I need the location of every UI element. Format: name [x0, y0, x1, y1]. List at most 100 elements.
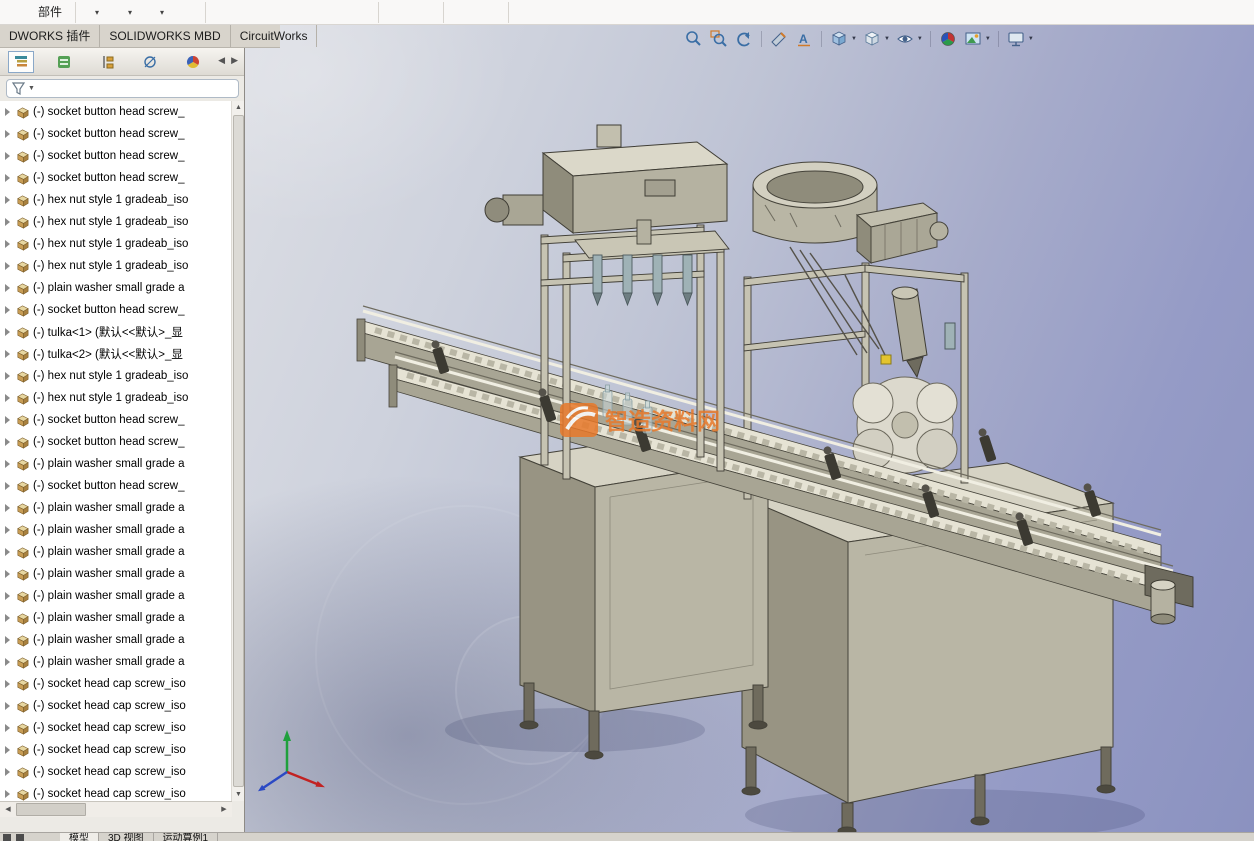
tree-item[interactable]: (-) tulka<1> (默认<<默认>_显: [0, 321, 232, 343]
dropdown-caret-icon[interactable]: ▼: [1028, 36, 1034, 42]
apply-scene-icon[interactable]: [962, 28, 984, 50]
tree-item[interactable]: (-) socket button head screw_: [0, 409, 232, 431]
graphics-area[interactable]: 智造资料网 A ▼ ▼: [245, 25, 1254, 832]
scroll-right-icon[interactable]: ▶: [216, 802, 232, 817]
tree-item[interactable]: (-) plain washer small grade a: [0, 519, 232, 541]
expand-arrow-icon[interactable]: [5, 614, 10, 622]
expand-arrow-icon[interactable]: [5, 636, 10, 644]
expand-arrow-icon[interactable]: [5, 702, 10, 710]
tree-item[interactable]: (-) hex nut style 1 gradeab_iso: [0, 211, 232, 233]
tree-item[interactable]: (-) socket head cap screw_iso: [0, 695, 232, 717]
tree-item[interactable]: (-) socket button head screw_: [0, 167, 232, 189]
dropdown-caret-icon[interactable]: ▼: [917, 36, 923, 42]
tree-item[interactable]: (-) plain washer small grade a: [0, 563, 232, 585]
statusbar-icon[interactable]: [16, 834, 24, 841]
dropdown-caret-icon[interactable]: ▼: [985, 36, 991, 42]
menu-dropdown-caret-icon[interactable]: ▾: [160, 0, 164, 25]
scrollbar-thumb[interactable]: [16, 803, 86, 816]
expand-arrow-icon[interactable]: [5, 306, 10, 314]
expand-arrow-icon[interactable]: [5, 548, 10, 556]
tree-item[interactable]: (-) socket head cap screw_iso: [0, 739, 232, 761]
expand-arrow-icon[interactable]: [5, 768, 10, 776]
expand-arrow-icon[interactable]: [5, 526, 10, 534]
expand-arrow-icon[interactable]: [5, 284, 10, 292]
featuremanager-tree-tab[interactable]: [8, 51, 34, 73]
expand-arrow-icon[interactable]: [5, 196, 10, 204]
expand-arrow-icon[interactable]: [5, 152, 10, 160]
expand-arrow-icon[interactable]: [5, 570, 10, 578]
tree-horizontal-scrollbar[interactable]: ◀ ▶: [0, 801, 232, 817]
dynamic-annotation-views-icon[interactable]: A: [793, 28, 815, 50]
expand-arrow-icon[interactable]: [5, 108, 10, 116]
expand-arrow-icon[interactable]: [5, 372, 10, 380]
expand-arrow-icon[interactable]: [5, 724, 10, 732]
zoom-to-area-icon[interactable]: [708, 28, 730, 50]
tab-circuitworks[interactable]: CircuitWorks: [231, 25, 318, 47]
expand-arrow-icon[interactable]: [5, 504, 10, 512]
scrollbar-thumb[interactable]: [233, 115, 244, 787]
tab-model[interactable]: 模型: [60, 833, 99, 841]
section-view-icon[interactable]: [768, 28, 790, 50]
tree-item[interactable]: (-) socket head cap screw_iso: [0, 673, 232, 695]
tree-item[interactable]: (-) plain washer small grade a: [0, 585, 232, 607]
tree-item[interactable]: (-) plain washer small grade a: [0, 497, 232, 519]
expand-arrow-icon[interactable]: [5, 746, 10, 754]
tree-item[interactable]: (-) socket button head screw_: [0, 475, 232, 497]
menu-dropdown-caret-icon[interactable]: ▾: [95, 0, 99, 25]
filler-tank[interactable]: [485, 125, 727, 233]
expand-arrow-icon[interactable]: [5, 130, 10, 138]
filter-caret-icon[interactable]: ▼: [28, 85, 35, 92]
tab-3d-views[interactable]: 3D 视图: [99, 833, 154, 841]
tree-item[interactable]: (-) plain washer small grade a: [0, 277, 232, 299]
tree-filter-input[interactable]: [37, 81, 238, 96]
dropdown-caret-icon[interactable]: ▼: [851, 36, 857, 42]
tab-motion-study[interactable]: 运动算例1: [154, 833, 219, 841]
expand-arrow-icon[interactable]: [5, 460, 10, 468]
expand-arrow-icon[interactable]: [5, 592, 10, 600]
tree-item[interactable]: (-) plain washer small grade a: [0, 541, 232, 563]
expand-arrow-icon[interactable]: [5, 218, 10, 226]
displaymanager-tab[interactable]: [180, 51, 206, 73]
dimxpertmanager-tab[interactable]: [137, 51, 163, 73]
display-style-icon[interactable]: [861, 28, 883, 50]
menu-item-component[interactable]: 部件: [38, 0, 62, 25]
edit-appearance-icon[interactable]: [937, 28, 959, 50]
capper-head[interactable]: [881, 287, 955, 377]
expand-arrow-icon[interactable]: [5, 438, 10, 446]
tree-item[interactable]: (-) hex nut style 1 gradeab_iso: [0, 189, 232, 211]
zoom-to-fit-icon[interactable]: [683, 28, 705, 50]
tree-item[interactable]: (-) socket button head screw_: [0, 299, 232, 321]
filter-funnel-icon[interactable]: [11, 81, 26, 96]
hide-show-items-icon[interactable]: [894, 28, 916, 50]
tree-item[interactable]: (-) hex nut style 1 gradeab_iso: [0, 255, 232, 277]
previous-view-icon[interactable]: [733, 28, 755, 50]
tree-item[interactable]: (-) hex nut style 1 gradeab_iso: [0, 387, 232, 409]
expand-arrow-icon[interactable]: [5, 240, 10, 248]
expand-arrow-icon[interactable]: [5, 680, 10, 688]
expand-arrow-icon[interactable]: [5, 790, 10, 798]
statusbar-icon[interactable]: [3, 834, 11, 841]
configurationmanager-tab[interactable]: [94, 51, 120, 73]
tree-item[interactable]: (-) socket head cap screw_iso: [0, 783, 232, 801]
tree-item[interactable]: (-) hex nut style 1 gradeab_iso: [0, 365, 232, 387]
scroll-down-icon[interactable]: ▼: [232, 788, 245, 801]
tab-solidworks-mbd[interactable]: SOLIDWORKS MBD: [100, 25, 230, 47]
tree-item[interactable]: (-) socket button head screw_: [0, 431, 232, 453]
dropdown-caret-icon[interactable]: ▼: [884, 36, 890, 42]
tree-item[interactable]: (-) socket button head screw_: [0, 145, 232, 167]
tree-vertical-scrollbar[interactable]: ▲ ▼: [231, 101, 244, 801]
expand-arrow-icon[interactable]: [5, 262, 10, 270]
tree-item[interactable]: (-) tulka<2> (默认<<默认>_显: [0, 343, 232, 365]
manager-tab-next-icon[interactable]: ▶: [231, 55, 238, 65]
view-orientation-icon[interactable]: [828, 28, 850, 50]
expand-arrow-icon[interactable]: [5, 350, 10, 358]
tree-item[interactable]: (-) plain washer small grade a: [0, 651, 232, 673]
machine-3d-model[interactable]: 智造资料网: [245, 25, 1254, 832]
tree-item[interactable]: (-) plain washer small grade a: [0, 453, 232, 475]
tree-item[interactable]: (-) socket button head screw_: [0, 101, 232, 123]
tree-item[interactable]: (-) socket button head screw_: [0, 123, 232, 145]
tab-solidworks-plugins[interactable]: DWORKS 插件: [0, 25, 100, 47]
tree-item[interactable]: (-) plain washer small grade a: [0, 629, 232, 651]
propertymanager-tab[interactable]: [51, 51, 77, 73]
manager-tab-prev-icon[interactable]: ◀: [218, 55, 225, 65]
